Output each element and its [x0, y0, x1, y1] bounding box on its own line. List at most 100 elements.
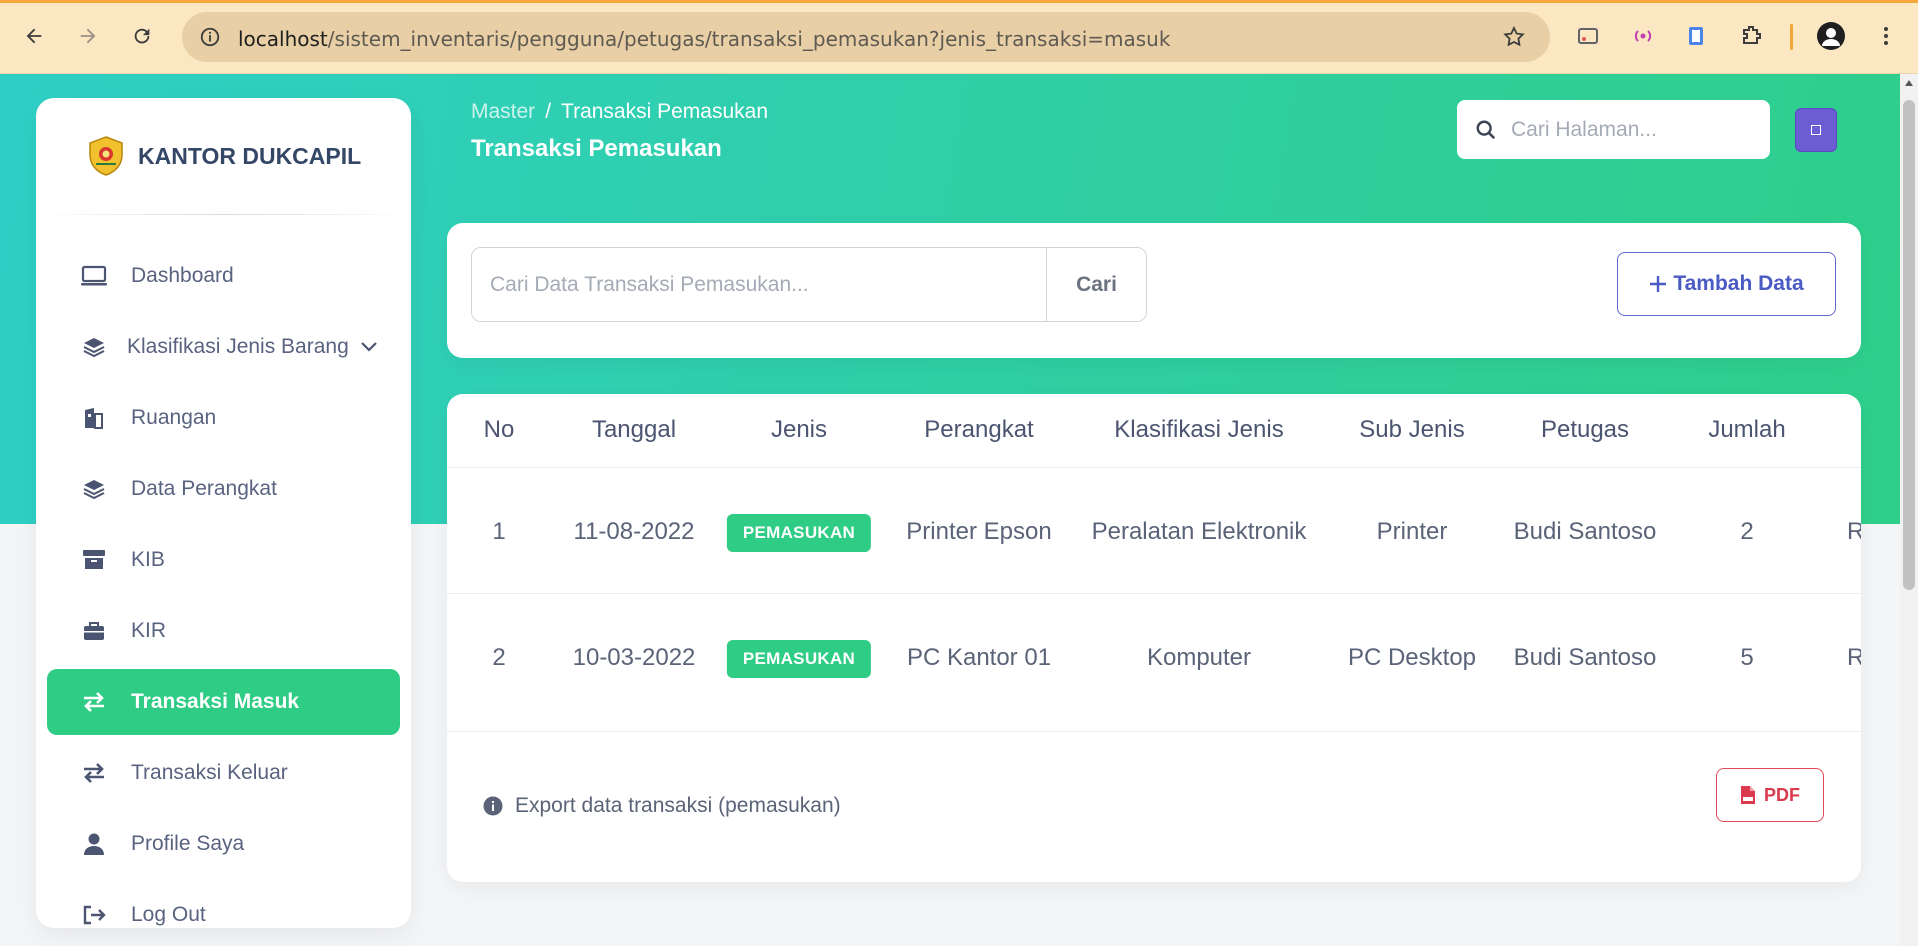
- pdf-file-icon: [1741, 786, 1755, 804]
- sidebar-item-data-perangkat[interactable]: Data Perangkat: [47, 456, 400, 522]
- exchange-icon: [79, 691, 109, 713]
- dukcapil-logo-icon: [89, 136, 123, 176]
- user-icon: [79, 832, 109, 856]
- search-button[interactable]: Cari: [1046, 248, 1146, 321]
- column-header[interactable]: Klasifikasi Jenis: [1114, 416, 1283, 444]
- extension-clipboard-icon[interactable]: [1678, 18, 1714, 54]
- exchange-icon: [79, 762, 109, 784]
- sidebar-item-label: Transaksi Keluar: [131, 761, 288, 784]
- column-header[interactable]: Jenis: [771, 416, 827, 444]
- bookmark-star-icon[interactable]: [1502, 25, 1526, 49]
- sidebar-item-kib[interactable]: KIB: [47, 527, 400, 593]
- breadcrumb-root[interactable]: Master: [471, 100, 535, 123]
- breadcrumb-separator: /: [545, 100, 552, 123]
- sidebar-divider: [36, 214, 411, 215]
- sidebar-item-label: Transaksi Masuk: [131, 690, 300, 713]
- breadcrumb-current: Transaksi Pemasukan: [561, 100, 769, 123]
- brand-title: KANTOR DUKCAPIL: [138, 142, 362, 169]
- cell-harga-clipped: Rp: [1847, 644, 1861, 671]
- url-text: localhost/sistem_inventaris/pengguna/pet…: [238, 27, 1170, 51]
- search-card: Cari Tambah Data: [447, 223, 1861, 358]
- table-row[interactable]: 1 11-08-2022 PEMASUKAN Printer Epson Per…: [447, 468, 1861, 594]
- page-title: Transaksi Pemasukan: [471, 135, 722, 162]
- column-header[interactable]: Tanggal: [592, 416, 676, 444]
- cell-no: 1: [492, 518, 506, 545]
- table-row[interactable]: 2 10-03-2022 PEMASUKAN PC Kantor 01 Komp…: [447, 594, 1861, 732]
- sidebar-item-label: KIB: [131, 548, 165, 571]
- cell-perangkat: PC Kantor 01: [906, 644, 1052, 671]
- cell-sub-jenis: PC Desktop: [1347, 644, 1477, 671]
- sidebar-item-label: Log Out: [131, 903, 206, 926]
- cell-jumlah: 2: [1740, 518, 1754, 545]
- status-badge: PEMASUKAN: [726, 514, 872, 552]
- square-icon: [1811, 125, 1821, 135]
- breadcrumb: Master / Transaksi Pemasukan: [471, 100, 768, 124]
- data-search-group: Cari: [471, 247, 1147, 322]
- cell-klasifikasi: Peralatan Elektronik: [1091, 518, 1307, 545]
- export-note: Export data transaksi (pemasukan): [483, 794, 841, 818]
- data-search-input[interactable]: [472, 248, 1046, 321]
- extensions-puzzle-icon[interactable]: [1733, 18, 1769, 54]
- column-header[interactable]: No: [484, 416, 515, 444]
- monitor-icon: [79, 265, 109, 287]
- chevron-down-icon[interactable]: [360, 335, 378, 359]
- cell-perangkat: Printer Epson: [906, 518, 1052, 545]
- cell-tanggal: 10-03-2022: [572, 644, 696, 671]
- table-header-row: No Tanggal Jenis Perangkat Klasifikasi J…: [447, 394, 1861, 468]
- browser-toolbar: localhost/sistem_inventaris/pengguna/pet…: [0, 0, 1918, 74]
- column-header[interactable]: Perangkat: [924, 416, 1033, 444]
- sidebar-item-label: KIR: [131, 619, 167, 642]
- sidebar-item-label: Data Perangkat: [131, 477, 277, 500]
- column-header[interactable]: Jumlah: [1708, 416, 1785, 444]
- cell-petugas: Budi Santoso: [1513, 518, 1657, 545]
- sidebar-item-ruangan[interactable]: Ruangan: [47, 385, 400, 451]
- transactions-table-card: No Tanggal Jenis Perangkat Klasifikasi J…: [447, 394, 1861, 882]
- info-icon: [483, 796, 503, 816]
- reload-button[interactable]: [124, 18, 160, 54]
- scroll-up-arrow-icon[interactable]: [1904, 78, 1914, 88]
- extension-broadcast-icon[interactable]: [1625, 18, 1661, 54]
- sidebar-item-transaksi-keluar[interactable]: Transaksi Keluar: [47, 740, 400, 806]
- search-icon: [1475, 119, 1497, 141]
- sidebar-item-dashboard[interactable]: Dashboard: [47, 243, 400, 309]
- back-arrow-icon: [26, 28, 42, 44]
- briefcase-icon: [79, 620, 109, 642]
- layers-icon: [79, 477, 109, 501]
- address-bar[interactable]: localhost/sistem_inventaris/pengguna/pet…: [182, 12, 1550, 62]
- page-search-box[interactable]: [1457, 100, 1770, 159]
- sidebar-item-klasifikasi-jenis-barang[interactable]: Klasifikasi Jenis Barang: [47, 314, 400, 380]
- cell-klasifikasi: Komputer: [1146, 644, 1252, 671]
- sidebar-item-profile-saya[interactable]: Profile Saya: [47, 811, 400, 877]
- browser-menu-icon[interactable]: [1868, 18, 1904, 54]
- config-button[interactable]: [1795, 108, 1837, 152]
- back-button[interactable]: [16, 18, 52, 54]
- profile-avatar-icon[interactable]: [1813, 18, 1849, 54]
- column-header[interactable]: Sub Jenis: [1359, 416, 1464, 444]
- add-data-button[interactable]: Tambah Data: [1617, 252, 1836, 316]
- sidebar-item-label: Dashboard: [131, 264, 234, 287]
- cell-petugas: Budi Santoso: [1513, 644, 1657, 671]
- building-icon: [79, 406, 109, 430]
- cast-icon[interactable]: [1570, 18, 1606, 54]
- column-header[interactable]: Petugas: [1541, 416, 1629, 444]
- sidebar-item-kir[interactable]: KIR: [47, 598, 400, 664]
- brand[interactable]: KANTOR DUKCAPIL: [84, 134, 361, 178]
- cell-tanggal: 11-08-2022: [573, 518, 695, 545]
- sidebar: KANTOR DUKCAPIL Dashboard Klasifikasi Je…: [36, 98, 411, 928]
- export-pdf-button[interactable]: PDF: [1716, 768, 1824, 822]
- site-info-icon[interactable]: [199, 26, 221, 48]
- archive-icon: [79, 549, 109, 571]
- reload-icon: [134, 28, 150, 44]
- url-path: /sistem_inventaris/pengguna/petugas/tran…: [327, 27, 1171, 51]
- sidebar-item-label: Profile Saya: [131, 832, 245, 855]
- browser-accent-bar: [0, 0, 1918, 3]
- page-search-input[interactable]: [1511, 117, 1741, 142]
- cell-no: 2: [492, 644, 506, 671]
- export-text: Export data transaksi (pemasukan): [515, 794, 841, 817]
- sidebar-item-label: Klasifikasi Jenis Barang: [127, 335, 349, 358]
- forward-button[interactable]: [70, 18, 106, 54]
- scrollbar-thumb[interactable]: [1903, 100, 1915, 590]
- sidebar-item-log-out[interactable]: Log Out: [47, 882, 400, 928]
- sidebar-item-transaksi-masuk[interactable]: Transaksi Masuk: [47, 669, 400, 735]
- logout-icon: [79, 904, 109, 926]
